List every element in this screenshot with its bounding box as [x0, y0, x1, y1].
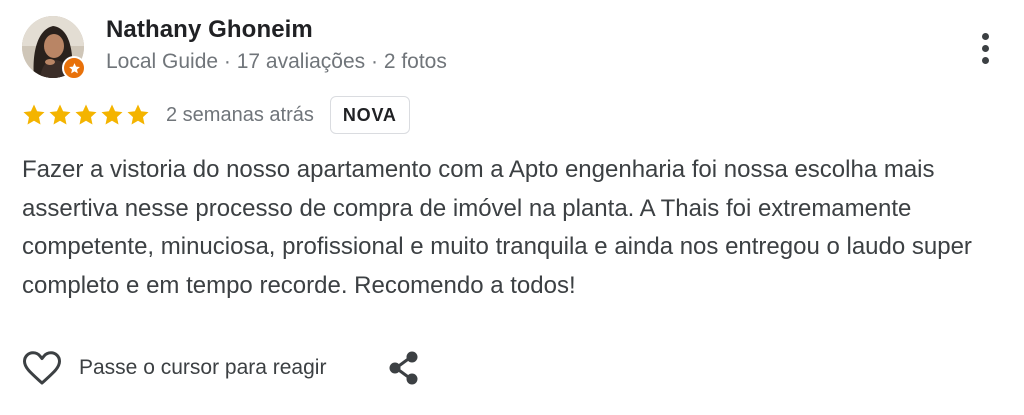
react-button[interactable]: Passe o cursor para reagir — [22, 350, 326, 386]
more-vertical-icon-dot — [981, 44, 989, 52]
reviewer-meta: Local Guide · 17 avaliações · 2 fotos — [106, 50, 447, 73]
review-actions: Passe o cursor para reagir — [22, 348, 422, 388]
star-icon — [23, 104, 45, 125]
react-label: Passe o cursor para reagir — [79, 356, 327, 379]
review-card: Nathany Ghoneim Local Guide · 17 avaliaç… — [0, 0, 1024, 415]
rating-row: 2 semanas atrás NOVA — [22, 95, 410, 135]
star-icon — [49, 104, 71, 125]
more-vertical-icon-dot — [981, 56, 989, 64]
star-icon — [101, 104, 123, 125]
local-guide-star-icon — [62, 56, 86, 80]
new-badge: NOVA — [329, 96, 410, 134]
reviewer-name[interactable]: Nathany Ghoneim — [106, 16, 313, 44]
star-rating — [22, 103, 150, 127]
share-icon[interactable] — [386, 350, 422, 386]
star-icon — [75, 104, 97, 125]
review-date: 2 semanas atrás — [166, 103, 314, 126]
more-options-button[interactable] — [970, 28, 1000, 68]
heart-outline-icon — [23, 351, 61, 385]
review-text: Fazer a vistoria do nosso apartamento co… — [22, 156, 972, 299]
avatar[interactable] — [22, 16, 86, 80]
more-vertical-icon — [981, 32, 989, 40]
star-icon — [127, 104, 149, 125]
